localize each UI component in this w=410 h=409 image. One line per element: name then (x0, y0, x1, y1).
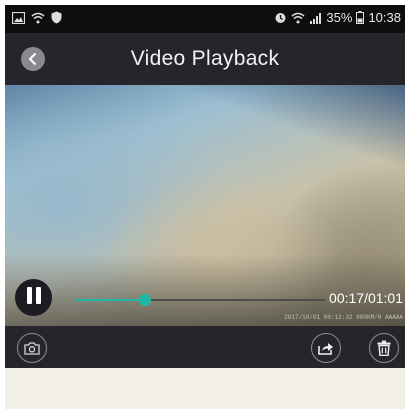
delete-button[interactable] (369, 333, 399, 363)
video-player[interactable]: 00:17/01:01 2017/10/01 00:12:32 000KM/H … (5, 85, 405, 326)
title-bar: Video Playback (5, 33, 405, 85)
playback-time: 00:17/01:01 (329, 290, 403, 306)
controls-bar (5, 326, 405, 368)
battery-percent: 35% (326, 10, 353, 25)
seek-thumb[interactable] (139, 294, 151, 306)
status-bar-left (12, 11, 62, 24)
wifi-status-icon (31, 12, 45, 23)
alarm-icon (275, 13, 286, 23)
seek-bar[interactable] (75, 291, 325, 309)
pause-icon (25, 286, 43, 309)
status-time: 10:38 (368, 10, 401, 25)
snapshot-button[interactable] (17, 333, 47, 363)
status-bar-right: 35% 10:38 (274, 10, 401, 25)
battery-icon (356, 11, 365, 24)
camera-icon (24, 342, 40, 355)
share-icon (318, 343, 333, 355)
trash-icon (377, 340, 391, 356)
wifi-icon (291, 12, 305, 23)
pause-button[interactable] (15, 279, 52, 316)
gallery-notification-icon (12, 11, 25, 24)
share-button[interactable] (311, 333, 341, 363)
video-timestamp-overlay: 2017/10/01 00:12:32 000KM/H AAAAA (284, 314, 403, 321)
shield-notification-icon (51, 11, 62, 24)
app-screen: 35% 10:38 Video Playback 00:17/01:01 201… (5, 5, 405, 409)
page-title: Video Playback (130, 47, 280, 70)
status-bar: 35% 10:38 (5, 5, 405, 33)
signal-icon (310, 12, 322, 24)
seek-progress (75, 299, 145, 301)
